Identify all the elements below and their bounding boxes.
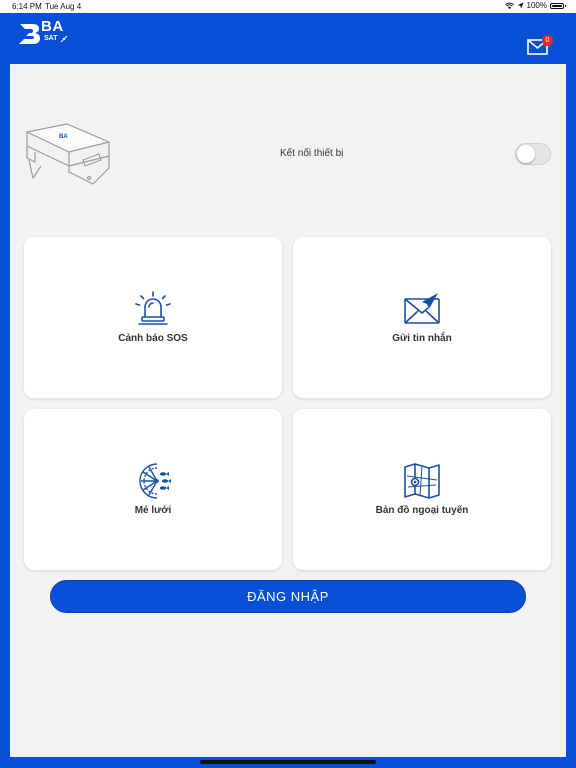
svg-text:BA: BA	[59, 134, 68, 140]
device-illustration: BA	[26, 123, 110, 185]
send-message-card[interactable]: Gửi tin nhắn	[293, 237, 551, 398]
app-logo: BA SAT	[17, 18, 77, 47]
send-message-icon	[404, 293, 440, 324]
offline-map-icon	[404, 463, 440, 499]
sos-alert-label: Cảnh báo SOS	[118, 333, 188, 344]
fishing-net-icon	[139, 463, 171, 499]
device-connect-toggle[interactable]	[515, 143, 551, 165]
offline-map-label: Bản đồ ngoại tuyến	[375, 505, 469, 516]
app-header	[0, 13, 576, 64]
wifi-icon	[504, 2, 514, 9]
logo-text-primary: BA	[41, 18, 64, 35]
offline-map-card[interactable]: Bản đồ ngoại tuyến	[293, 409, 551, 570]
status-time: 6:14 PM	[12, 2, 42, 11]
login-button[interactable]: ĐĂNG NHẬP	[50, 580, 526, 613]
logo-mark-icon	[19, 24, 40, 44]
device-connect-label: Kết nối thiết bị	[280, 148, 344, 159]
home-indicator	[200, 760, 376, 764]
sos-alarm-icon	[135, 291, 171, 325]
battery-icon	[550, 2, 566, 9]
fishing-net-card[interactable]: Mẻ lưới	[24, 409, 282, 570]
status-right: 100%	[504, 1, 566, 10]
fishing-net-label: Mẻ lưới	[134, 505, 172, 516]
sos-alert-card[interactable]: Cảnh báo SOS	[24, 237, 282, 398]
logo-text-secondary: SAT	[44, 35, 58, 42]
toggle-knob	[517, 145, 535, 163]
send-message-label: Gửi tin nhắn	[392, 333, 452, 344]
main-panel: BA Kết nối thiết bị Cảnh báo SOS Gửi tin…	[10, 64, 566, 757]
status-bar: 6:14 PM Tue Aug 4 100%	[0, 0, 576, 13]
satellite-icon	[60, 35, 68, 43]
location-arrow-icon	[516, 2, 524, 9]
battery-percent: 100%	[526, 1, 547, 10]
status-date: Tue Aug 4	[45, 2, 82, 11]
mail-badge: 0	[542, 35, 553, 46]
